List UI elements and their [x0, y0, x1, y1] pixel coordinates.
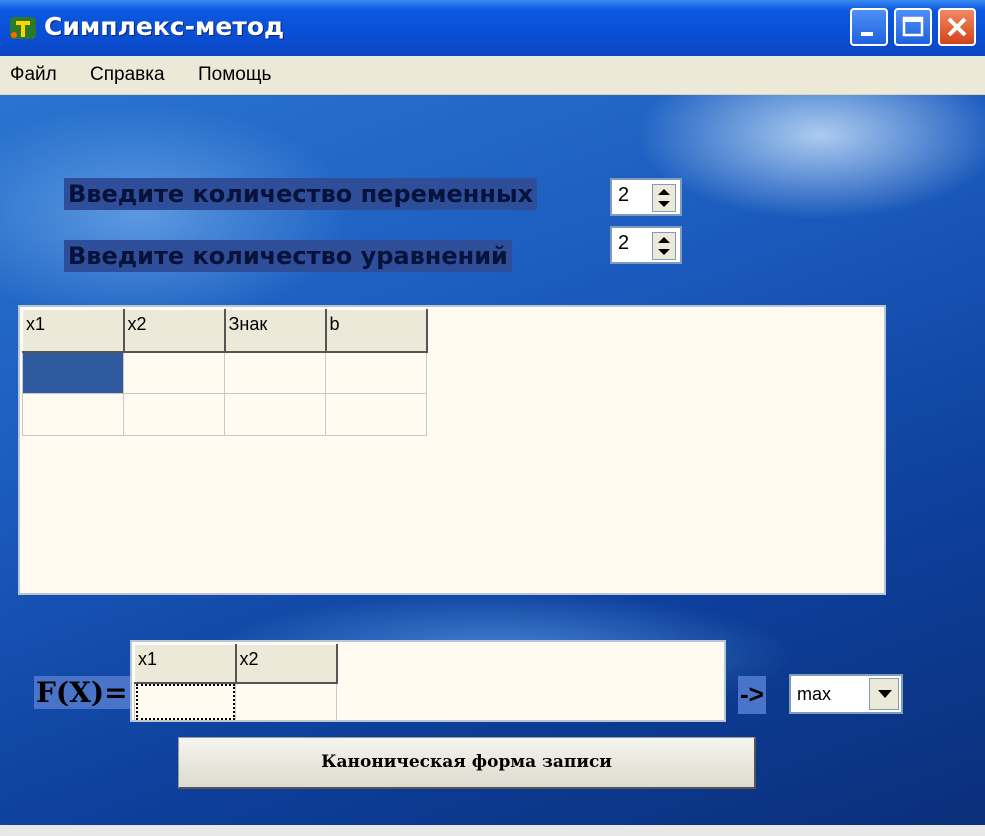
menu-help[interactable]: Помощь — [198, 64, 271, 86]
grid-cell[interactable] — [224, 393, 326, 436]
minimize-button[interactable] — [850, 8, 888, 46]
menu-bar: Файл Справка Помощь — [0, 56, 985, 95]
grid-header-cell[interactable]: x2 — [235, 644, 338, 684]
minimize-icon — [861, 32, 873, 36]
grid-header-cell[interactable]: x2 — [123, 309, 226, 353]
variables-count-label: Введите количество переменных — [64, 178, 538, 210]
grid-cell[interactable] — [123, 393, 225, 436]
menu-file[interactable]: Файл — [10, 64, 57, 86]
equations-count-label: Введите количество уравнений — [64, 240, 512, 272]
chevron-down-icon — [878, 690, 892, 698]
grid-cell[interactable] — [123, 351, 225, 394]
app-window: Симплекс-метод Файл Справка Помощь Введи… — [0, 0, 985, 836]
grid-header-cell[interactable]: Знак — [224, 309, 327, 353]
spin-updown-icon — [658, 189, 670, 207]
grid-header-cell[interactable]: x1 — [134, 644, 237, 684]
close-icon — [947, 17, 967, 37]
table-row — [134, 682, 337, 721]
grid-cell[interactable] — [325, 393, 427, 436]
menu-reference[interactable]: Справка — [90, 64, 165, 86]
app-icon — [10, 17, 36, 39]
grid-header-row: x1 x2 Знак b — [22, 309, 428, 353]
grid-cell[interactable] — [134, 682, 236, 721]
title-bar[interactable]: Симплекс-метод — [0, 0, 985, 56]
equations-count-value[interactable]: 2 — [618, 232, 629, 255]
canonical-form-button[interactable]: Каноническая форма записи — [178, 737, 756, 789]
maximize-icon — [902, 16, 924, 37]
optimization-direction-select[interactable]: max — [789, 674, 903, 714]
table-row — [22, 351, 427, 394]
dropdown-button[interactable] — [869, 678, 899, 710]
maximize-button[interactable] — [894, 8, 932, 46]
window-bottom-border — [0, 825, 985, 836]
grid-cell[interactable] — [22, 351, 124, 394]
grid-cell[interactable] — [325, 351, 427, 394]
objective-function-label: F(X)= — [34, 676, 130, 709]
arrow-label: -> — [738, 676, 766, 714]
grid-cell[interactable] — [22, 393, 124, 436]
close-button[interactable] — [938, 8, 976, 46]
constraints-grid[interactable]: x1 x2 Знак b — [18, 305, 886, 595]
variables-count-spinner[interactable]: 2 — [610, 178, 682, 216]
spinner-buttons[interactable] — [652, 184, 676, 212]
equations-count-spinner[interactable]: 2 — [610, 226, 682, 264]
spinner-buttons[interactable] — [652, 232, 676, 260]
spin-updown-icon — [658, 237, 670, 255]
objective-grid[interactable]: x1 x2 — [130, 640, 726, 722]
grid-cell[interactable] — [224, 351, 326, 394]
window-title: Симплекс-метод — [44, 12, 285, 41]
grid-header-row: x1 x2 — [134, 644, 338, 684]
optimization-direction-value[interactable]: max — [797, 684, 831, 705]
grid-header-cell[interactable]: b — [325, 309, 428, 353]
variables-count-value[interactable]: 2 — [618, 184, 629, 207]
grid-cell[interactable] — [235, 682, 337, 721]
grid-header-cell[interactable]: x1 — [22, 309, 125, 353]
table-row — [22, 393, 427, 436]
